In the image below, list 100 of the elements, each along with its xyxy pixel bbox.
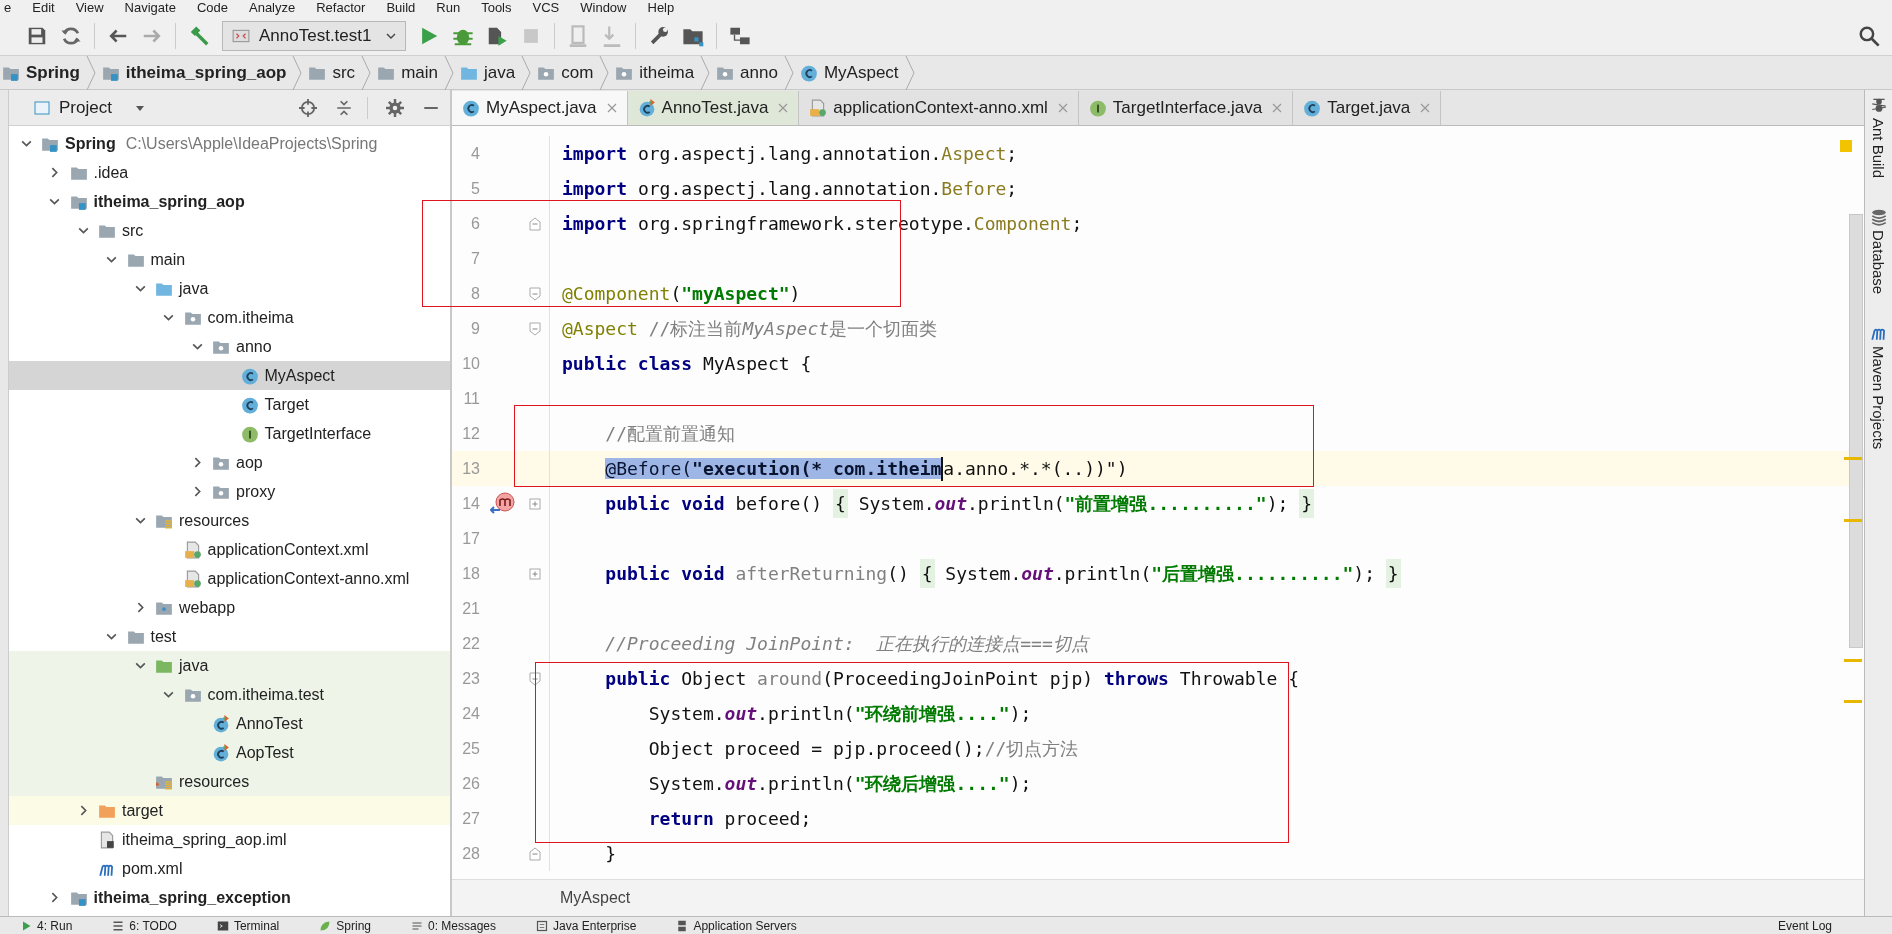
code-token: "环绕前增强...." <box>854 701 1010 726</box>
line-number: 17 <box>461 529 480 548</box>
tool-window-button[interactable]: Maven Projects <box>1869 324 1888 450</box>
menu-item[interactable]: Analyze <box>249 0 296 16</box>
code-token: Before <box>941 178 1007 199</box>
breadcrumb-item[interactable]: Spring <box>26 62 80 83</box>
tree-item[interactable]: applicationContext.xml <box>9 535 450 564</box>
xml-file-icon <box>183 569 202 588</box>
menu-item[interactable]: Run <box>436 0 461 16</box>
tree-item[interactable]: AopTest <box>9 738 450 767</box>
chevron-icon <box>521 55 532 90</box>
settings-icon[interactable] <box>386 98 404 117</box>
tool-window-button[interactable]: Application Servers <box>693 918 797 933</box>
locate-icon[interactable] <box>299 98 317 117</box>
tree-item[interactable]: itheima_spring_exception <box>9 883 450 912</box>
scrollbar[interactable] <box>1849 214 1863 648</box>
code-token: //切点方法 <box>984 736 1079 761</box>
breadcrumb-item[interactable]: anno <box>740 62 778 83</box>
breadcrumb-item[interactable]: itheima_spring_aop <box>125 62 287 83</box>
tool-window-button[interactable]: Spring <box>336 918 371 933</box>
tree-item[interactable]: com.itheima <box>9 303 450 332</box>
tree-item[interactable]: pom.xml <box>9 854 450 883</box>
run-configuration-dropdown[interactable]: AnnoTest.test1 <box>222 20 406 51</box>
tree-item[interactable]: .idea <box>9 158 450 187</box>
tree-item[interactable]: main <box>9 245 450 274</box>
breadcrumb-item[interactable]: com <box>561 62 594 83</box>
code-token: "execution(* com.itheim <box>692 458 942 479</box>
tree-item[interactable]: target <box>9 796 450 825</box>
menu-item[interactable]: VCS <box>532 0 560 16</box>
tree-item[interactable]: java <box>9 274 450 303</box>
editor-tab[interactable]: Target.java <box>1293 91 1442 125</box>
chevron-icon <box>292 55 303 90</box>
code-token: Aspect <box>941 143 1007 164</box>
tool-window-button[interactable]: Java Enterprise <box>553 918 637 933</box>
breadcrumb-item[interactable]: main <box>401 62 438 83</box>
menu-item[interactable]: Window <box>580 0 627 16</box>
tree-item[interactable]: AnnoTest <box>9 709 450 738</box>
tree-item[interactable]: itheima_spring_aop <box>9 187 450 216</box>
code-token: "后置增强.........." <box>1151 561 1354 586</box>
stripe-marker[interactable] <box>1844 519 1862 522</box>
warning-marker[interactable] <box>1840 140 1852 152</box>
tool-window-button[interactable]: Ant Build <box>1869 96 1888 179</box>
line-number: 10 <box>461 354 480 373</box>
menu-item[interactable]: Edit <box>32 0 55 16</box>
editor-tab[interactable]: MyAspect.java <box>452 91 628 125</box>
breadcrumb-item[interactable]: java <box>484 62 516 83</box>
tool-window-button[interactable]: Database <box>1869 208 1888 295</box>
tool-window-button[interactable]: 4: Run <box>37 918 73 933</box>
line-number: 23 <box>461 669 480 688</box>
editor-tab[interactable]: applicationContext-anno.xml <box>799 91 1079 125</box>
tree-item[interactable]: aop <box>9 448 450 477</box>
tree-item[interactable]: resources <box>9 506 450 535</box>
stripe-marker[interactable] <box>1844 659 1862 662</box>
menu-item[interactable]: Build <box>386 0 416 16</box>
stripe-marker[interactable] <box>1844 457 1862 460</box>
menu-item[interactable]: Navigate <box>124 0 176 16</box>
tree-item[interactable]: proxy <box>9 477 450 506</box>
tree-item[interactable]: Target <box>9 390 450 419</box>
panel-title[interactable]: Project <box>59 97 112 118</box>
search-icon[interactable] <box>1858 24 1880 47</box>
editor-tab[interactable]: AnnoTest.java <box>627 91 800 125</box>
breadcrumb-item[interactable]: MyAspect <box>823 62 899 83</box>
breadcrumb-item[interactable]: itheima <box>639 62 695 83</box>
line-number: 13 <box>461 459 480 478</box>
menu-item[interactable]: Help <box>647 0 675 16</box>
tree-item[interactable]: webapp <box>9 593 450 622</box>
hammer-icon[interactable] <box>188 24 210 47</box>
wrench-icon[interactable] <box>648 24 670 47</box>
tree-item[interactable]: Spring C:\Users\Apple\IdeaProjects\Spring <box>9 129 450 158</box>
tool-window-button[interactable]: 0: Messages <box>428 918 497 933</box>
menu-item[interactable]: Refactor <box>316 0 366 16</box>
editor-tab[interactable]: TargetInterface.java <box>1078 91 1294 125</box>
tool-window-button[interactable]: 6: TODO <box>129 918 177 933</box>
override-marker-icon[interactable] <box>490 491 516 516</box>
menu-item[interactable]: Code <box>196 0 228 16</box>
menu-item[interactable]: e <box>4 0 12 16</box>
collapse-fold-icon[interactable] <box>529 671 541 686</box>
tree-item[interactable]: src <box>9 216 450 245</box>
tree-item[interactable]: com.itheima.test <box>9 680 450 709</box>
tree-item[interactable]: java <box>9 651 450 680</box>
breadcrumb-item[interactable]: src <box>332 62 356 83</box>
editor-breadcrumb[interactable]: MyAspect <box>560 889 631 907</box>
tool-window-button[interactable]: Event Log <box>1777 918 1832 933</box>
tree-item[interactable]: itheima_spring_aop.iml <box>9 825 450 854</box>
tree-item[interactable]: resources <box>9 767 450 796</box>
tree-item[interactable]: TargetInterface <box>9 419 450 448</box>
tree-item[interactable]: anno <box>9 332 450 361</box>
tree-item[interactable]: test <box>9 622 450 651</box>
code-token: Throwable { <box>1179 668 1299 689</box>
close-icon[interactable] <box>606 103 617 113</box>
code-token: out <box>724 773 758 794</box>
menu-item[interactable]: Tools <box>481 0 512 16</box>
class-icon <box>212 714 230 733</box>
stripe-marker[interactable] <box>1844 700 1862 703</box>
tool-window-button[interactable]: Terminal <box>233 918 280 933</box>
tree-item[interactable]: applicationContext-anno.xml <box>9 564 450 593</box>
code-token: { <box>832 489 848 518</box>
menu-item[interactable]: View <box>75 0 104 16</box>
tree-item[interactable]: MyAspect <box>9 361 450 390</box>
collapse-icon[interactable] <box>335 98 353 117</box>
